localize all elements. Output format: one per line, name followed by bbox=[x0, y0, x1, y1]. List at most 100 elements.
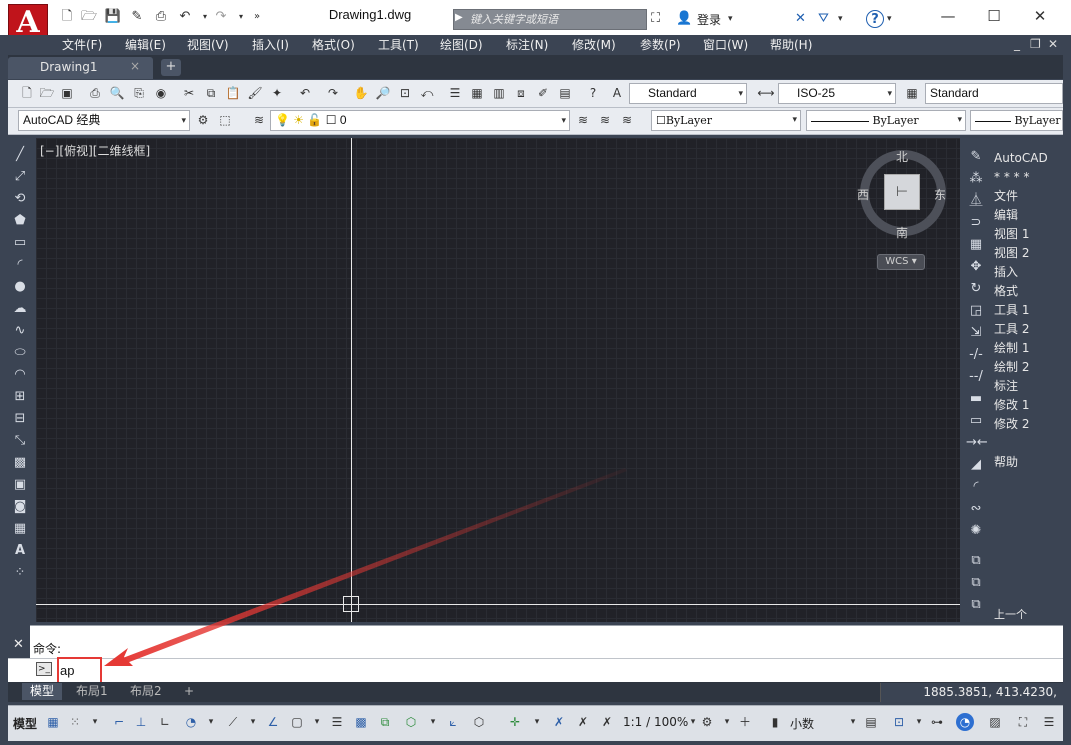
tab-model[interactable]: 模型 bbox=[22, 683, 63, 700]
selection-cycling-icon[interactable]: ⧉ bbox=[376, 713, 394, 731]
user-icon[interactable]: 👤 bbox=[676, 10, 692, 28]
menu-insert[interactable]: 插入(I) bbox=[252, 37, 289, 53]
graphics-performance-icon[interactable]: ▨ bbox=[986, 713, 1004, 731]
region-icon[interactable]: ◙ bbox=[10, 497, 30, 517]
break-icon[interactable]: ▭ bbox=[966, 411, 986, 431]
maximize-button[interactable]: ☐ bbox=[971, 2, 1017, 32]
menu-modify[interactable]: 修改(M) bbox=[572, 37, 616, 53]
ellipse-icon[interactable]: ⬭ bbox=[10, 343, 30, 363]
side-menu-view1[interactable]: 视图 1 bbox=[994, 225, 1029, 244]
construction-line-icon[interactable]: ⤢ bbox=[10, 167, 30, 187]
mirror-icon[interactable]: ⏅ bbox=[966, 191, 986, 211]
units-value[interactable]: 小数 bbox=[790, 715, 814, 732]
exchange-icon[interactable]: ✕ bbox=[795, 10, 806, 28]
help-dropdown-icon[interactable]: ▾ bbox=[887, 10, 892, 28]
move-icon[interactable]: ✥ bbox=[966, 257, 986, 277]
hardware-acceleration-icon[interactable]: ◔ bbox=[956, 713, 974, 731]
annotation-monitor-icon[interactable]: ＋ bbox=[736, 713, 754, 731]
table-icon[interactable]: ▦ bbox=[10, 519, 30, 539]
menu-edit[interactable]: 编辑(E) bbox=[125, 37, 166, 53]
tab-close-icon[interactable]: × bbox=[130, 59, 140, 73]
spline-icon[interactable]: ∿ bbox=[10, 321, 30, 341]
compass-east[interactable]: 东 bbox=[934, 186, 946, 203]
zoom-window-icon[interactable]: ⊡ bbox=[396, 84, 414, 102]
redo-icon[interactable]: ↷ bbox=[212, 8, 230, 26]
polar-tracking-icon[interactable]: ◔ bbox=[182, 713, 200, 731]
side-menu-view2[interactable]: 视图 2 bbox=[994, 244, 1029, 263]
saveas-icon[interactable]: ✎ bbox=[128, 8, 146, 26]
insert-block-icon[interactable]: ⊞ bbox=[10, 387, 30, 407]
blend-curves-icon[interactable]: ∾ bbox=[966, 499, 986, 519]
units-icon[interactable]: ▮ bbox=[766, 713, 784, 731]
wcs-menu[interactable]: WCS ▾ bbox=[877, 254, 925, 270]
menu-file[interactable]: 文件(F) bbox=[62, 37, 102, 53]
doc-restore-icon[interactable]: ❐ bbox=[1030, 37, 1041, 51]
auto-scale-icon[interactable]: ✗ bbox=[574, 713, 592, 731]
zoom-previous-icon[interactable]: ⤺ bbox=[418, 84, 436, 102]
help-icon[interactable]: ? bbox=[866, 10, 884, 28]
layer-manager-icon[interactable]: ≋ bbox=[250, 111, 268, 129]
drawing-viewport[interactable] bbox=[36, 138, 960, 622]
polygon-icon[interactable]: ⬟ bbox=[10, 211, 30, 231]
copy-icon[interactable]: ⧉ bbox=[202, 84, 220, 102]
lineweight-icon[interactable]: ☰ bbox=[328, 713, 346, 731]
new-tab-button[interactable]: + bbox=[161, 59, 181, 76]
gradient-icon[interactable]: ▣ bbox=[10, 475, 30, 495]
ortho-icon[interactable]: ∟ bbox=[156, 713, 174, 731]
side-menu-tools1[interactable]: 工具 1 bbox=[994, 301, 1029, 320]
break-at-point-icon[interactable]: ▬ bbox=[966, 389, 986, 409]
qnew-icon[interactable]: 🗋 bbox=[18, 84, 36, 102]
side-menu-format[interactable]: 格式 bbox=[994, 282, 1018, 301]
lock-ui-icon[interactable]: ⊡ bbox=[890, 713, 908, 731]
clean-screen-icon[interactable]: ⬚ bbox=[216, 111, 234, 129]
snap-dropdown-icon[interactable]: ▾ bbox=[86, 713, 104, 731]
ellipse-arc-icon[interactable]: ◠ bbox=[10, 365, 30, 385]
lock-dropdown-icon[interactable]: ▾ bbox=[910, 713, 928, 731]
clean-screen-status-icon[interactable]: ⛶ bbox=[1014, 713, 1032, 731]
quick-properties-icon[interactable]: ▤ bbox=[862, 713, 880, 731]
units-dropdown-icon[interactable]: ▾ bbox=[844, 713, 862, 731]
menu-view[interactable]: 视图(V) bbox=[187, 37, 229, 53]
login-label[interactable]: 登录 bbox=[697, 11, 721, 28]
preview-icon[interactable]: 🔍 bbox=[108, 84, 126, 102]
color-select[interactable]: ☐ByLayer ▾ bbox=[651, 110, 801, 131]
offset-icon[interactable]: ⊃ bbox=[966, 213, 986, 233]
side-menu-draw2[interactable]: 绘制 2 bbox=[994, 358, 1029, 377]
3d-osnap-dropdown-icon[interactable]: ▾ bbox=[424, 713, 442, 731]
trim-icon[interactable]: -/- bbox=[966, 345, 986, 365]
redo-toolbar-icon[interactable]: ↷ bbox=[324, 84, 342, 102]
cut-icon[interactable]: ✂ bbox=[180, 84, 198, 102]
viewport-controls-label[interactable]: [−][俯视][二维线框] bbox=[40, 142, 150, 159]
save-icon[interactable]: 💾 bbox=[104, 8, 122, 26]
multiline-text-icon[interactable]: A bbox=[10, 541, 30, 561]
customization-icon[interactable]: ☰ bbox=[1040, 713, 1058, 731]
qopen-icon[interactable]: 🗁 bbox=[38, 84, 56, 102]
dynamic-input-icon[interactable]: ⊥ bbox=[132, 713, 150, 731]
tool-palettes-icon[interactable]: ▥ bbox=[490, 84, 508, 102]
calculator-icon[interactable]: ▤ bbox=[556, 84, 574, 102]
autodesk-360-icon[interactable]: ⛛ bbox=[818, 10, 829, 28]
layer-select[interactable]: 💡 ☀ 🔓 ☐ 0 ▾ bbox=[270, 110, 570, 131]
command-prompt-icon[interactable]: >_ bbox=[36, 662, 52, 676]
fillet-icon[interactable]: ◜ bbox=[966, 477, 986, 497]
side-menu-insert[interactable]: 插入 bbox=[994, 263, 1018, 282]
array-icon[interactable]: ▦ bbox=[966, 235, 986, 255]
tab-layout2[interactable]: 布局2 bbox=[122, 683, 170, 700]
isodraft-dropdown-icon[interactable]: ▾ bbox=[244, 713, 262, 731]
polyline-icon[interactable]: ⟲ bbox=[10, 189, 30, 209]
scale-icon[interactable]: ◲ bbox=[966, 301, 986, 321]
hatch-icon[interactable]: ▩ bbox=[10, 453, 30, 473]
block-editor-icon[interactable]: ✦ bbox=[268, 84, 286, 102]
stretch-icon[interactable]: ⇲ bbox=[966, 323, 986, 343]
close-button[interactable]: ✕ bbox=[1017, 2, 1063, 32]
selection-filter-icon[interactable]: ⬡ bbox=[470, 713, 488, 731]
layer-state-icon[interactable]: ≋ bbox=[618, 111, 636, 129]
side-menu-modify2[interactable]: 修改 2 bbox=[994, 415, 1029, 434]
toolbar-help-icon[interactable]: ? bbox=[584, 84, 602, 102]
undo-icon[interactable]: ↶ bbox=[176, 8, 194, 26]
annotation-scale-icon[interactable]: ✗ bbox=[598, 713, 616, 731]
viewcube-top-face[interactable]: ⊢ bbox=[884, 174, 920, 210]
make-current-layer-icon[interactable]: ≋ bbox=[574, 111, 592, 129]
3d-osnap-icon[interactable]: ⬡ bbox=[402, 713, 420, 731]
erase-icon[interactable]: ✎ bbox=[966, 147, 986, 167]
